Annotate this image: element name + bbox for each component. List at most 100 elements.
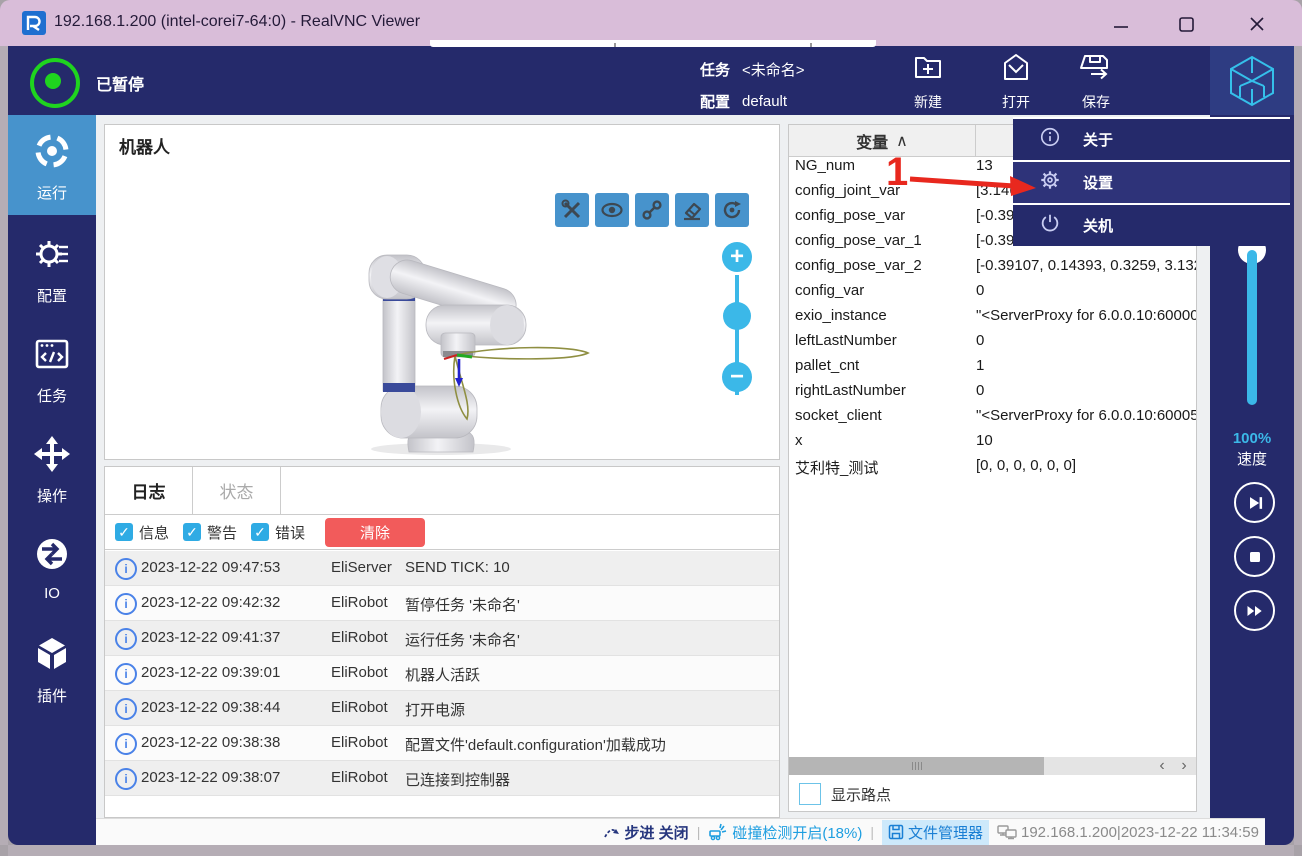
visibility-button[interactable] [595, 193, 629, 227]
sidebar-item-operate[interactable]: 操作 [8, 418, 96, 518]
variable-row[interactable]: config_var0 [789, 282, 1196, 307]
speed-label: 速度 [1210, 448, 1294, 469]
scroll-left-button[interactable]: ‹ [1152, 757, 1172, 775]
variable-row[interactable]: socket_client"<ServerProxy for 6.0.0.10:… [789, 407, 1196, 432]
menu-item-settings[interactable]: 设置 [1013, 162, 1290, 205]
minimize-button[interactable] [1098, 14, 1144, 34]
speed-percent: 100% [1210, 430, 1294, 447]
log-time: 2023-12-22 09:41:37 [141, 629, 280, 646]
variable-row[interactable]: rightLastNumber0 [789, 382, 1196, 407]
warning-filter-label: 警告 [207, 522, 237, 543]
log-row[interactable]: i 2023-12-22 09:38:38 EliRobot 配置文件'defa… [105, 726, 779, 761]
log-row[interactable]: i 2023-12-22 09:42:32 EliRobot 暂停任务 '未命名… [105, 586, 779, 621]
zoom-in-button[interactable]: + [722, 242, 752, 272]
tab-status[interactable]: 状态 [193, 467, 281, 514]
close-button[interactable] [1234, 14, 1280, 34]
check-icon: ✓ [186, 524, 198, 541]
info-filter-checkbox[interactable]: ✓ [115, 523, 133, 541]
variable-row[interactable]: exio_instance"<ServerProxy for 6.0.0.10:… [789, 307, 1196, 332]
menu-item-label: 关机 [1083, 215, 1113, 236]
sidebar-item-io[interactable]: IO [8, 518, 96, 618]
sidebar-item-task[interactable]: 任务 [8, 318, 96, 418]
log-time: 2023-12-22 09:47:53 [141, 559, 280, 576]
maximize-button[interactable] [1163, 14, 1209, 34]
sidebar-item-run[interactable]: 运行 [8, 115, 96, 215]
log-row[interactable]: i 2023-12-22 09:41:37 EliRobot 运行任务 '未命名… [105, 621, 779, 656]
skip-next-icon [1245, 493, 1265, 513]
window-corner [1265, 818, 1294, 845]
log-source: EliRobot [331, 769, 388, 786]
collision-detection-status[interactable]: 碰撞检测开启(18%) [708, 822, 862, 843]
log-time: 2023-12-22 09:39:01 [141, 664, 280, 681]
tab-log[interactable]: 日志 [105, 467, 193, 514]
reset-view-button[interactable] [715, 193, 749, 227]
check-icon: ✓ [118, 524, 130, 541]
power-icon [1039, 212, 1061, 239]
menu-item-shutdown[interactable]: 关机 [1013, 205, 1290, 246]
tools-button[interactable] [555, 193, 589, 227]
scroll-right-button[interactable]: › [1174, 757, 1194, 775]
robot-arm-graphic [241, 247, 641, 457]
error-filter-checkbox[interactable]: ✓ [251, 523, 269, 541]
sidebar-item-configure[interactable]: 配置 [8, 218, 96, 318]
window-left-edge [0, 46, 8, 845]
speed-slider-track[interactable] [1247, 250, 1257, 405]
save-button-label: 保存 [1082, 92, 1110, 112]
menu-item-label: 关于 [1083, 129, 1113, 150]
path-button[interactable] [635, 193, 669, 227]
log-row[interactable]: i 2023-12-22 09:47:53 EliServer SEND TIC… [105, 551, 779, 586]
sidebar-item-plugin[interactable]: 插件 [8, 618, 96, 718]
log-message: SEND TICK: 10 [405, 559, 510, 576]
new-task-icon [911, 51, 945, 90]
fast-forward-icon [1244, 601, 1266, 621]
log-row[interactable]: i 2023-12-22 09:38:07 EliRobot 已连接到控制器 [105, 761, 779, 796]
log-source: EliRobot [331, 734, 388, 751]
file-manager-button[interactable]: 文件管理器 [882, 820, 989, 845]
clear-log-button[interactable]: 清除 [325, 518, 425, 547]
variable-row[interactable]: 艾利特_测试[0, 0, 0, 0, 0, 0] [789, 457, 1196, 482]
log-message: 配置文件'default.configuration'加载成功 [405, 734, 666, 755]
robot-status-text: 已暂停 [96, 71, 144, 95]
log-source: EliServer [331, 559, 392, 576]
screen: 192.168.1.200 (intel-corei7-64:0) - Real… [0, 0, 1302, 856]
show-waypoints-checkbox[interactable] [799, 783, 821, 805]
eraser-button[interactable] [675, 193, 709, 227]
log-panel: 日志 状态 ✓ 信息 ✓ 警告 ✓ 错误 清除 i 2023-12-22 09:… [104, 466, 780, 818]
variable-row[interactable]: pallet_cnt1 [789, 357, 1196, 382]
zoom-out-button[interactable]: − [722, 362, 752, 392]
chevron-right-icon: › [1181, 757, 1186, 775]
file-manager-icon [888, 824, 904, 840]
log-message: 机器人活跃 [405, 664, 480, 685]
log-row[interactable]: i 2023-12-22 09:39:01 EliRobot 机器人活跃 [105, 656, 779, 691]
stop-button[interactable] [1234, 536, 1275, 577]
new-task-button[interactable]: 新建 [893, 51, 963, 111]
log-message: 已连接到控制器 [405, 769, 510, 790]
info-icon: i [115, 593, 137, 615]
step-next-button[interactable] [1234, 482, 1275, 523]
robot-status-ring-icon [30, 58, 80, 108]
brand-logo-button[interactable] [1210, 46, 1294, 115]
log-source: EliRobot [331, 664, 388, 681]
open-button[interactable]: 打开 [981, 51, 1051, 111]
horizontal-scrollbar[interactable]: ‹ › [789, 757, 1196, 775]
run-icon [32, 131, 72, 176]
info-filter-label: 信息 [139, 522, 169, 543]
vnc-toolbar-collapsed[interactable] [430, 40, 876, 47]
log-message: 运行任务 '未命名' [405, 629, 520, 650]
variable-row[interactable]: x10 [789, 432, 1196, 457]
warning-filter-checkbox[interactable]: ✓ [183, 523, 201, 541]
log-time: 2023-12-22 09:38:38 [141, 734, 280, 751]
log-row[interactable]: i 2023-12-22 09:38:44 EliRobot 打开电源 [105, 691, 779, 726]
variable-row[interactable]: leftLastNumber0 [789, 332, 1196, 357]
tools-icon [560, 198, 584, 222]
zoom-slider-handle[interactable] [723, 302, 751, 330]
reset-view-icon [720, 198, 744, 222]
new-task-button-label: 新建 [914, 92, 942, 112]
variable-row[interactable]: config_pose_var_2[-0.39107, 0.14393, 0.3… [789, 257, 1196, 282]
menu-item-about[interactable]: 关于 [1013, 119, 1290, 162]
log-message: 暂停任务 '未命名' [405, 594, 520, 615]
save-button[interactable]: 保存 [1061, 51, 1131, 111]
scrollbar-thumb[interactable] [789, 757, 1044, 775]
step-mode-status[interactable]: 步进 关闭 [603, 822, 689, 843]
fast-forward-button[interactable] [1234, 590, 1275, 631]
